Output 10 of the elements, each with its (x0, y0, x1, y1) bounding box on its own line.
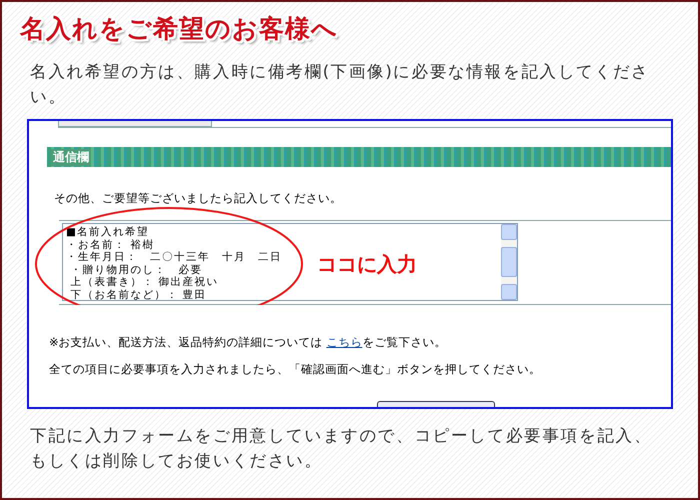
intro-text: 名入れ希望の方は、購入時に備考欄(下画像)に必要な情報を記入してください。 (30, 61, 650, 108)
scrollbar[interactable] (501, 224, 517, 300)
outro-text: 下記に入力フォームをご用意していますので、コピーして必要事項を記入、もしくは削除してお使いください。 (30, 425, 654, 472)
page-heading: 名入れをご希望のお客様へ (20, 13, 338, 45)
instruction-text: 全ての項目に必要事項を入力されましたら、「確認画面へ進む」ボタンを押してください。 (49, 362, 542, 377)
callout-text: ココに入力 (317, 251, 417, 278)
section-header: 通信欄 (51, 148, 91, 166)
note-text: ※お支払い、配送方法、返品特約の詳細については こちら をご覧下さい。 (49, 335, 448, 350)
details-link[interactable]: こちら (326, 335, 362, 349)
prompt-text: その他、ご要望等ございましたら記入してください。 (54, 191, 343, 206)
